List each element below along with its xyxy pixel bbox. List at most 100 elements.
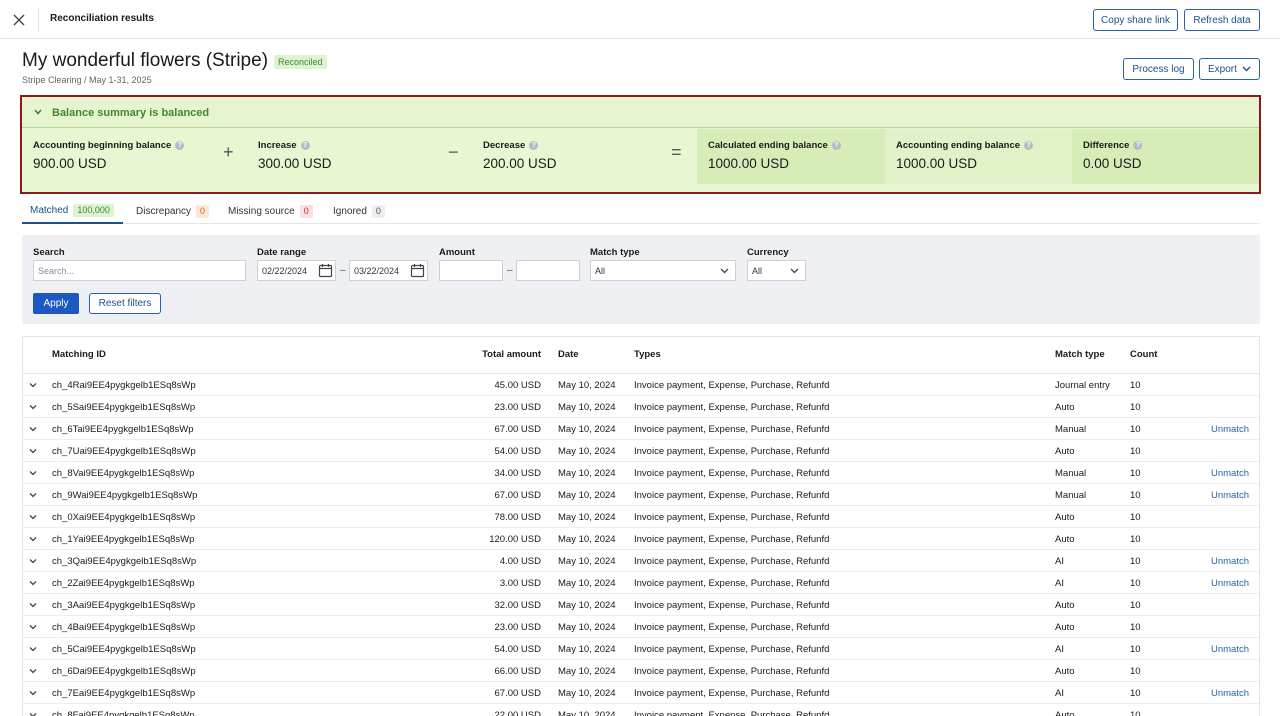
search-input[interactable]: Search...: [33, 260, 246, 281]
currency-label: Currency: [747, 247, 789, 258]
table-row[interactable]: ch_7Eai9EE4pygkgelb1ESq8sWp 67.00 USD May …: [23, 682, 1259, 704]
chevron-down-icon[interactable]: [28, 534, 38, 544]
tab-ignored[interactable]: Ignored 0: [333, 199, 385, 224]
table-row[interactable]: ch_5Cai9EE4pygkgelb1ESq8sWp 54.00 USD May …: [23, 638, 1259, 660]
chevron-down-icon[interactable]: [28, 578, 38, 588]
column-header-date[interactable]: Date: [558, 349, 579, 360]
help-icon[interactable]: ?: [175, 141, 185, 150]
help-icon[interactable]: ?: [300, 141, 310, 150]
help-icon[interactable]: ?: [529, 141, 539, 150]
table-row[interactable]: ch_7Uai9EE4pygkgelb1ESq8sWp 54.00 USD May …: [23, 440, 1259, 462]
total-amount-cell: 66.00 USD: [494, 666, 541, 677]
balance-summary-header[interactable]: Balance summary is balanced: [22, 97, 1259, 128]
chevron-down-icon[interactable]: [28, 402, 38, 412]
calendar-icon[interactable]: [410, 263, 425, 278]
help-icon[interactable]: ?: [831, 141, 841, 150]
reset-filters-button[interactable]: Reset filters: [89, 293, 161, 314]
chevron-down-icon[interactable]: [28, 468, 38, 478]
column-header-types[interactable]: Types: [634, 349, 661, 360]
chevron-down-icon[interactable]: [28, 600, 38, 610]
table-row[interactable]: ch_9Wai9EE4pygkgelb1ESq8sWp 67.00 USD May …: [23, 484, 1259, 506]
date-to-input[interactable]: 03/22/2024: [349, 260, 428, 281]
date-from-value: 02/22/2024: [262, 265, 308, 276]
filter-panel: Search Search... Date range 02/22/2024 –…: [22, 235, 1260, 324]
match-type-cell: Auto: [1055, 622, 1075, 633]
match-type-select[interactable]: All: [590, 260, 736, 281]
unmatch-link[interactable]: Unmatch: [1211, 490, 1249, 501]
count-cell: 10: [1130, 578, 1141, 589]
matching-id-cell: ch_2Zai9EE4pygkgelb1ESq8sWp: [52, 578, 195, 589]
unmatch-link[interactable]: Unmatch: [1211, 688, 1249, 699]
date-cell: May 10, 2024: [558, 402, 616, 413]
count-cell: 10: [1130, 600, 1141, 611]
date-cell: May 10, 2024: [558, 380, 616, 391]
matching-id-cell: ch_7Eai9EE4pygkgelb1ESq8sWp: [52, 688, 196, 699]
chevron-down-icon[interactable]: [28, 622, 38, 632]
table-row[interactable]: ch_6Tai9EE4pygkgelb1ESq8sWp 67.00 USD May …: [23, 418, 1259, 440]
table-row[interactable]: ch_4Bai9EE4pygkgelb1ESq8sWp 23.00 USD May …: [23, 616, 1259, 638]
amount-label: Amount: [439, 247, 475, 258]
unmatch-link[interactable]: Unmatch: [1211, 424, 1249, 435]
matching-id-cell: ch_4Bai9EE4pygkgelb1ESq8sWp: [52, 622, 196, 633]
date-cell: May 10, 2024: [558, 578, 616, 589]
help-icon[interactable]: ?: [1133, 141, 1143, 150]
chevron-down-icon[interactable]: [28, 666, 38, 676]
table-row[interactable]: ch_6Dai9EE4pygkgelb1ESq8sWp 66.00 USD May …: [23, 660, 1259, 682]
calendar-icon[interactable]: [318, 263, 333, 278]
tab-count-badge: 100,000: [73, 204, 114, 217]
table-row[interactable]: ch_0Xai9EE4pygkgelb1ESq8sWp 78.00 USD May …: [23, 506, 1259, 528]
table-row[interactable]: ch_8Vai9EE4pygkgelb1ESq8sWp 34.00 USD May …: [23, 462, 1259, 484]
date-cell: May 10, 2024: [558, 468, 616, 479]
refresh-data-button[interactable]: Refresh data: [1184, 9, 1260, 31]
chevron-down-icon[interactable]: [33, 107, 43, 117]
chevron-down-icon[interactable]: [28, 688, 38, 698]
result-tabs: Matched 100,000 Discrepancy 0 Missing so…: [22, 199, 1260, 224]
table-row[interactable]: ch_8Fai9EE4pygkgelb1ESq8sWp 22.00 USD May …: [23, 704, 1259, 716]
chevron-down-icon[interactable]: [28, 556, 38, 566]
table-row[interactable]: ch_5Sai9EE4pygkgelb1ESq8sWp 23.00 USD May …: [23, 396, 1259, 418]
types-cell: Invoice payment, Expense, Purchase, Refu…: [634, 622, 830, 633]
chevron-down-icon[interactable]: [28, 512, 38, 522]
tab-matched[interactable]: Matched 100,000: [22, 199, 123, 224]
close-button[interactable]: [8, 9, 30, 31]
chevron-down-icon[interactable]: [28, 490, 38, 500]
chevron-down-icon[interactable]: [28, 380, 38, 390]
process-log-button[interactable]: Process log: [1123, 58, 1194, 80]
table-row[interactable]: ch_4Rai9EE4pygkgelb1ESq8sWp 45.00 USD May …: [23, 374, 1259, 396]
help-icon[interactable]: ?: [1024, 141, 1034, 150]
apply-button[interactable]: Apply: [33, 293, 79, 314]
tab-discrepancy[interactable]: Discrepancy 0: [136, 199, 210, 224]
chevron-down-icon[interactable]: [28, 644, 38, 654]
table-row[interactable]: ch_1Yai9EE4pygkgelb1ESq8sWp 120.00 USD May…: [23, 528, 1259, 550]
column-header-matching-id[interactable]: Matching ID: [52, 349, 106, 360]
tab-count-badge: 0: [371, 205, 385, 218]
types-cell: Invoice payment, Expense, Purchase, Refu…: [634, 424, 830, 435]
column-header-count[interactable]: Count: [1130, 349, 1157, 360]
chevron-down-icon[interactable]: [28, 446, 38, 456]
unmatch-link[interactable]: Unmatch: [1211, 644, 1249, 655]
plus-operator: +: [223, 142, 234, 162]
tab-missing-source[interactable]: Missing source 0: [228, 199, 313, 224]
count-cell: 10: [1130, 468, 1141, 479]
export-button[interactable]: Export: [1199, 58, 1260, 80]
matching-id-cell: ch_5Cai9EE4pygkgelb1ESq8sWp: [52, 644, 196, 655]
column-header-match-type[interactable]: Match type: [1055, 349, 1105, 360]
unmatch-link[interactable]: Unmatch: [1211, 468, 1249, 479]
table-row[interactable]: ch_3Aai9EE4pygkgelb1ESq8sWp 32.00 USD May …: [23, 594, 1259, 616]
metric-accounting-beginning: Accounting beginning balance? 900.00 USD: [22, 129, 212, 184]
currency-select[interactable]: All: [747, 260, 806, 281]
table-row[interactable]: ch_3Qai9EE4pygkgelb1ESq8sWp 4.00 USD May 1…: [23, 550, 1259, 572]
top-bar: Reconciliation results Copy share link R…: [0, 0, 1280, 39]
column-header-total-amount[interactable]: Total amount: [482, 349, 541, 360]
copy-share-link-button[interactable]: Copy share link: [1093, 9, 1178, 31]
amount-min-input[interactable]: [439, 260, 503, 281]
amount-max-input[interactable]: [516, 260, 580, 281]
unmatch-link[interactable]: Unmatch: [1211, 556, 1249, 567]
unmatch-link[interactable]: Unmatch: [1211, 578, 1249, 589]
chevron-down-icon[interactable]: [28, 710, 38, 716]
chevron-down-icon[interactable]: [28, 424, 38, 434]
date-from-input[interactable]: 02/22/2024: [257, 260, 336, 281]
matching-id-cell: ch_6Dai9EE4pygkgelb1ESq8sWp: [52, 666, 196, 677]
tab-label: Matched: [30, 205, 69, 216]
table-row[interactable]: ch_2Zai9EE4pygkgelb1ESq8sWp 3.00 USD May 1…: [23, 572, 1259, 594]
